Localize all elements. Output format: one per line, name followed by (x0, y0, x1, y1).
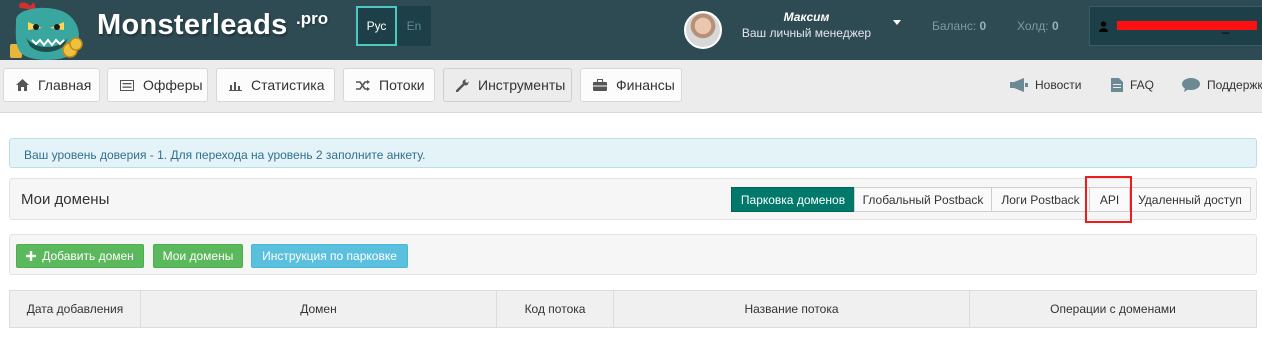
my-domains-button[interactable]: Мои домены (153, 244, 243, 268)
nav-item-offers[interactable]: Офферы (107, 68, 208, 102)
plus-icon (26, 251, 37, 261)
user-icon (1099, 21, 1108, 32)
brand-name[interactable]: Monsterleads (97, 9, 288, 42)
trust-level-alert: Ваш уровень доверия - 1. Для перехода на… (9, 138, 1257, 168)
tab-remote-access[interactable]: Удаленный доступ (1129, 187, 1251, 212)
main-nav: Главная Офферы Статистика Потоки Инструм… (0, 60, 1262, 113)
list-icon (120, 79, 134, 91)
monster-logo-icon[interactable] (6, 0, 88, 62)
bar-chart-icon (229, 81, 242, 91)
add-domain-button[interactable]: Добавить домен (16, 244, 144, 268)
nav-item-streams[interactable]: Потоки (343, 68, 435, 102)
manager-name[interactable]: Максим (741, 10, 872, 24)
hold-stat: Холд: 0 (1017, 19, 1059, 33)
nav-item-tools[interactable]: Инструменты (443, 68, 572, 102)
balance-label: Баланс: (932, 19, 977, 33)
tab-postback-logs[interactable]: Логи Postback (991, 187, 1090, 212)
column-header-stream-code[interactable]: Код потока (497, 291, 614, 327)
manager-dropdown-caret-icon[interactable] (893, 20, 901, 25)
redaction-mark (1117, 21, 1257, 30)
api-highlight-box (1085, 176, 1132, 223)
nav-item-home[interactable]: Главная (3, 68, 100, 102)
brand-suffix: .pro (296, 9, 329, 28)
column-header-stream-name[interactable]: Название потока (614, 291, 970, 327)
balance-stat: Баланс: 0 (932, 19, 986, 33)
balance-value: 0 (979, 19, 987, 33)
tab-domain-parking[interactable]: Парковка доменов (731, 187, 855, 212)
user-menu[interactable]: _ (1089, 6, 1262, 46)
manager-avatar[interactable] (684, 11, 722, 49)
nav-item-finance[interactable]: Финансы (580, 68, 682, 102)
hold-label: Холд: (1017, 19, 1049, 33)
nav-item-label: Статистика (251, 77, 325, 93)
tab-global-postback[interactable]: Глобальный Postback (854, 187, 992, 212)
nav-support-label: Поддержк (1207, 78, 1262, 92)
add-domain-label: Добавить домен (42, 249, 134, 263)
user-name[interactable]: _ (1222, 19, 1229, 34)
nav-item-label: Потоки (379, 77, 425, 93)
language-ru-button[interactable]: Рус (356, 6, 397, 46)
domains-table-header: Дата добавления Домен Код потока Названи… (9, 290, 1257, 328)
briefcase-icon (593, 79, 607, 91)
home-icon (16, 79, 29, 91)
manager-subtitle[interactable]: Ваш личный менеджер (741, 26, 872, 40)
shuffle-icon (356, 79, 370, 91)
panel-title: Мои домены (21, 191, 110, 208)
nav-news-label: Новости (1035, 78, 1082, 92)
document-icon (1111, 78, 1123, 92)
nav-faq-label: FAQ (1130, 78, 1155, 92)
language-en-button[interactable]: En (397, 6, 431, 46)
nav-item-statistics[interactable]: Статистика (216, 68, 335, 102)
column-header-domain-operations[interactable]: Операции с доменами (970, 291, 1256, 327)
nav-item-label: Главная (38, 77, 92, 93)
nav-item-label: Финансы (616, 77, 675, 93)
megaphone-icon (1010, 78, 1028, 92)
wrench-icon (456, 79, 469, 92)
domain-actions-panel: Добавить домен Мои домены Инструкция по … (9, 234, 1257, 275)
chat-icon (1182, 78, 1200, 92)
domains-panel: Мои домены Парковка доменов Глобальный P… (9, 178, 1257, 220)
nav-faq-link[interactable]: FAQ (1111, 78, 1154, 92)
nav-item-label: Инструменты (478, 77, 566, 93)
nav-support-link[interactable]: Поддержк (1182, 78, 1262, 92)
column-header-date-added[interactable]: Дата добавления (10, 291, 141, 327)
nav-item-label: Офферы (143, 77, 203, 93)
top-header: Monsterleads .pro Рус En Максим Ваш личн… (0, 0, 1262, 60)
parking-guide-button[interactable]: Инструкция по парковке (251, 244, 408, 268)
nav-news-link[interactable]: Новости (1010, 78, 1081, 92)
hold-value: 0 (1051, 19, 1059, 33)
column-header-domain[interactable]: Домен (141, 291, 497, 327)
